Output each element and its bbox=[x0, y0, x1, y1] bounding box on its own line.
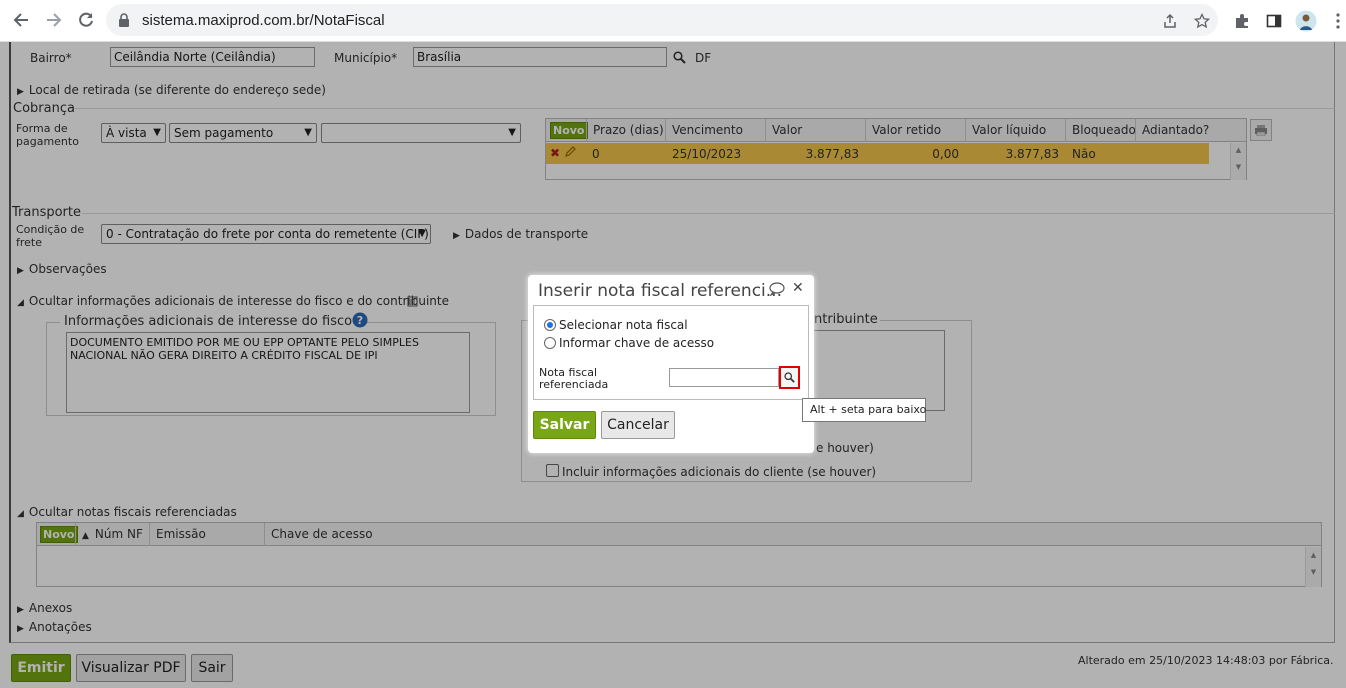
menu-kebab-icon[interactable] bbox=[1325, 8, 1346, 34]
browser-toolbar: sistema.maxiprod.com.br/NotaFiscal bbox=[0, 0, 1346, 42]
tooltip: Alt + seta para baixo bbox=[802, 398, 926, 422]
nf-referenciada-label: Nota fiscal referenciada bbox=[539, 366, 609, 391]
modal-form: Selecionar nota fiscal Informar chave de… bbox=[533, 305, 809, 400]
bookmark-star-icon[interactable] bbox=[1189, 8, 1215, 34]
forward-icon[interactable] bbox=[40, 6, 68, 34]
share-icon[interactable] bbox=[1157, 8, 1183, 34]
comment-icon[interactable] bbox=[769, 282, 785, 296]
radio-selecionar[interactable] bbox=[544, 319, 556, 331]
radio-informar-row[interactable]: Informar chave de acesso bbox=[544, 336, 714, 350]
lock-icon bbox=[118, 13, 130, 27]
url-text: sistema.maxiprod.com.br/NotaFiscal bbox=[142, 12, 385, 29]
radio-informar-label: Informar chave de acesso bbox=[559, 336, 715, 350]
modal-title: Inserir nota fiscal referenci... bbox=[538, 281, 782, 301]
radio-selecionar-label: Selecionar nota fiscal bbox=[559, 318, 688, 332]
extensions-puzzle-icon[interactable] bbox=[1229, 8, 1255, 34]
radio-selecionar-row[interactable]: Selecionar nota fiscal bbox=[544, 318, 688, 332]
nf-referenciada-input[interactable] bbox=[669, 368, 779, 387]
side-panel-icon[interactable] bbox=[1261, 8, 1287, 34]
inserir-nf-modal: Inserir nota fiscal referenci... ✕ Selec… bbox=[528, 275, 814, 453]
nf-search-button[interactable] bbox=[779, 366, 800, 389]
search-icon bbox=[784, 372, 795, 383]
back-icon[interactable] bbox=[7, 6, 35, 34]
cancelar-button[interactable]: Cancelar bbox=[601, 411, 675, 439]
radio-informar[interactable] bbox=[544, 337, 556, 349]
salvar-button[interactable]: Salvar bbox=[533, 411, 596, 439]
profile-avatar[interactable] bbox=[1293, 8, 1319, 34]
reload-icon[interactable] bbox=[72, 6, 100, 34]
close-icon[interactable]: ✕ bbox=[792, 280, 804, 296]
